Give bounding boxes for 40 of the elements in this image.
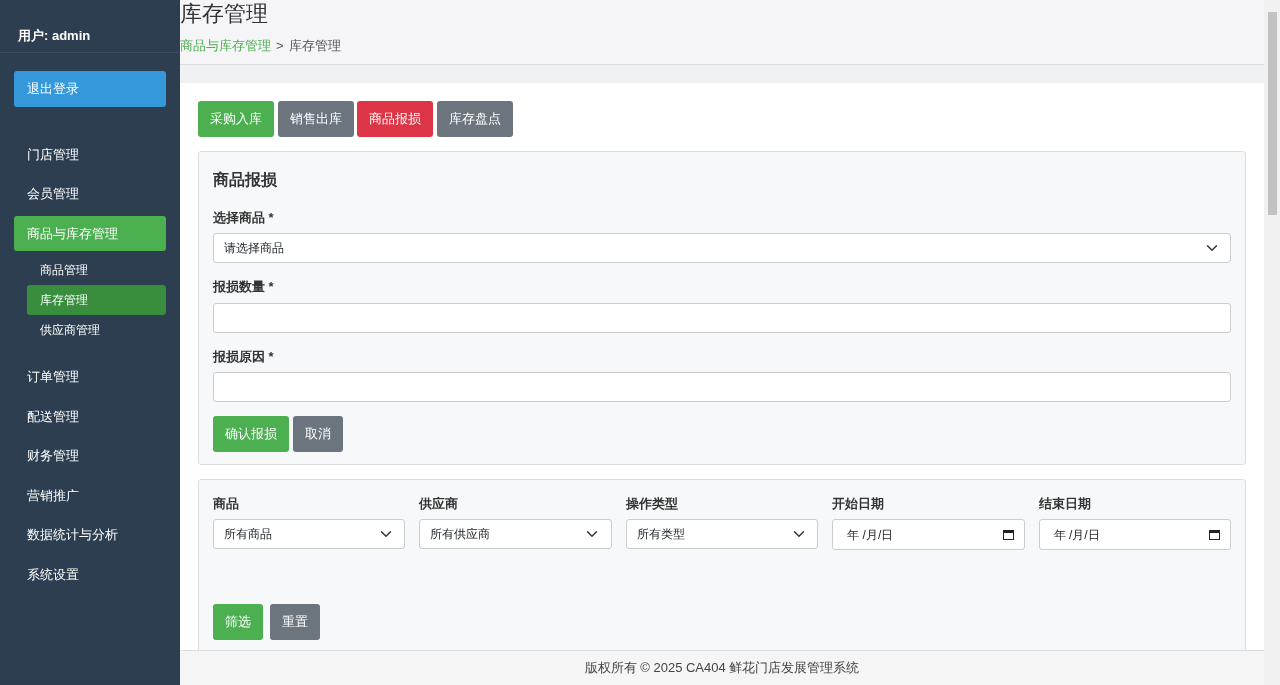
sidebar-subitem[interactable]: 商品管理 xyxy=(27,255,166,285)
action-button[interactable]: 库存盘点 xyxy=(436,101,513,137)
sidebar-item[interactable]: 财务管理 xyxy=(14,438,166,474)
sidebar-item[interactable]: 系统设置 xyxy=(14,556,166,592)
breadcrumb-current: 库存管理 xyxy=(288,37,341,55)
form-title: 商品报损 xyxy=(213,169,278,190)
sidebar-item[interactable]: 营销推广 xyxy=(14,477,166,513)
sidebar-item[interactable]: 门店管理 xyxy=(14,136,166,172)
sidebar-item[interactable]: 数据统计与分析 xyxy=(14,517,166,553)
action-button[interactable]: 商品报损 xyxy=(357,101,433,137)
text-input[interactable] xyxy=(213,302,1231,333)
filter-label: 操作类型 xyxy=(625,494,679,513)
filter-label: 供应商 xyxy=(419,494,460,513)
date-field[interactable]: 年 /月/日 xyxy=(1038,519,1232,550)
filter-select[interactable]: 所有供应商 xyxy=(419,519,612,549)
filter-label: 开始日期 xyxy=(832,494,886,513)
sidebar-item[interactable]: 配送管理 xyxy=(14,398,166,434)
field-label: 报损数量 * xyxy=(213,278,275,296)
sidebar-item[interactable]: 订单管理 xyxy=(14,359,166,395)
page-title: 库存管理 xyxy=(180,0,269,28)
text-input[interactable] xyxy=(213,372,1231,402)
calendar-icon[interactable] xyxy=(1209,529,1221,540)
date-field[interactable]: 年 /月/日 xyxy=(832,519,1025,550)
filter-label: 商品 xyxy=(213,494,240,513)
scrollbar-thumb[interactable] xyxy=(1268,12,1277,215)
filter-select[interactable]: 所有商品 xyxy=(213,519,406,549)
calendar-icon[interactable] xyxy=(1002,529,1014,540)
sidebar-subitem[interactable]: 供应商管理 xyxy=(27,315,166,345)
filter-label: 结束日期 xyxy=(1038,494,1092,513)
footer-text: 版权所有 © 2025 CA404 鲜花门店发展管理系统 xyxy=(180,650,1264,685)
filter-select[interactable]: 所有类型 xyxy=(625,519,819,549)
product-select[interactable]: 请选择商品 xyxy=(213,233,1231,263)
action-button[interactable]: 销售出库 xyxy=(277,101,354,137)
sidebar-item[interactable]: 会员管理 xyxy=(14,176,166,212)
sidebar-subitem[interactable]: 库存管理 xyxy=(27,285,166,315)
breadcrumb-separator: > xyxy=(276,37,284,55)
field-label: 选择商品 * xyxy=(213,208,275,227)
field-label: 报损原因 * xyxy=(213,347,275,366)
form-button[interactable]: 取消 xyxy=(292,416,343,452)
filter-button[interactable]: 重置 xyxy=(270,604,320,640)
